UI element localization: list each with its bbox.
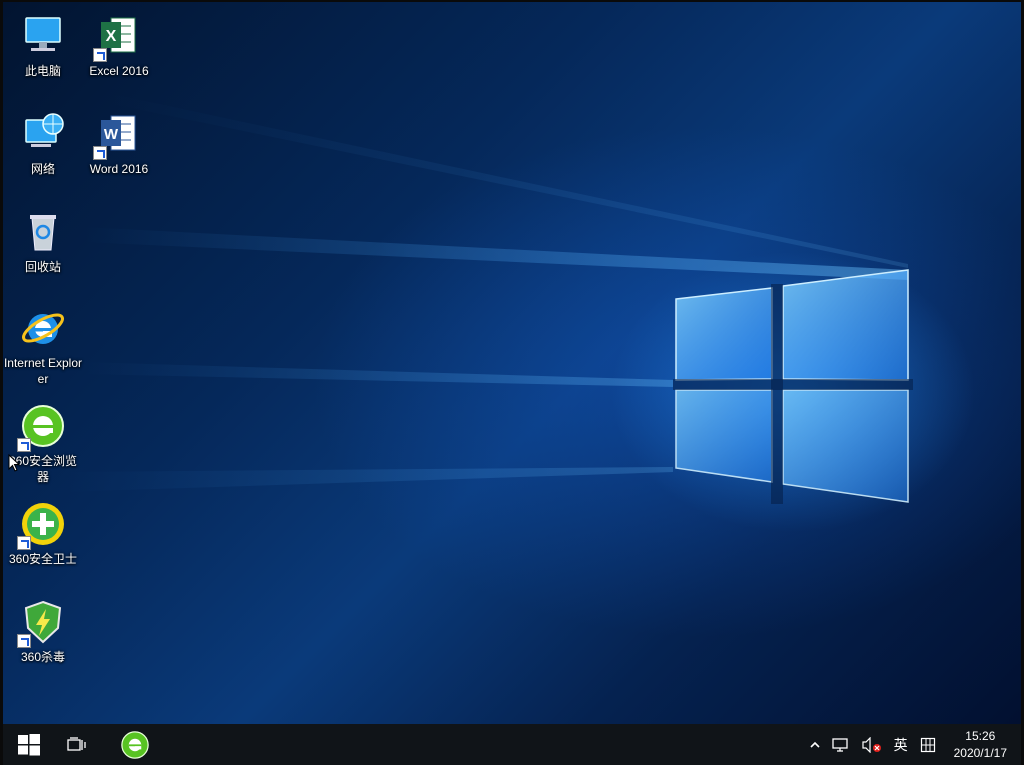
internet-explorer-icon (19, 304, 67, 352)
desktop-icon-360-antivirus[interactable]: 360杀毒 (5, 598, 81, 665)
desktop-icon-recycle-bin[interactable]: 回收站 (5, 208, 81, 275)
windows-logo-icon (18, 733, 40, 755)
360-browser-icon (17, 402, 67, 452)
360-antivirus-icon (17, 598, 67, 648)
desktop-icon-360-security[interactable]: 360安全卫士 (5, 500, 81, 567)
desktop-icon-label: 此电脑 (24, 64, 61, 78)
computer-icon (19, 12, 67, 60)
shortcut-arrow-icon (93, 48, 107, 62)
desktop-icon-label: Excel 2016 (89, 64, 149, 78)
excel-icon: X (93, 12, 143, 62)
desktop-icon-word[interactable]: W Word 2016 (81, 110, 157, 177)
svg-text:X: X (106, 28, 117, 45)
system-tray: 英 15:26 2020/1/17 (804, 724, 1021, 765)
taskbar: 英 15:26 2020/1/17 (3, 724, 1021, 765)
desktop-icon-label: 回收站 (24, 260, 61, 274)
shortcut-arrow-icon (17, 438, 31, 452)
shortcut-arrow-icon (93, 146, 107, 160)
shortcut-arrow-icon (17, 634, 31, 648)
shortcut-arrow-icon (17, 536, 31, 550)
desktop-icon-label: 网络 (30, 162, 55, 176)
360-security-icon (17, 500, 67, 550)
task-view-button[interactable] (53, 724, 101, 765)
desktop-icon-label: 360安全卫士 (8, 552, 78, 566)
desktop-icon-label: Internet Explorer (3, 356, 83, 386)
volume-button[interactable] (856, 736, 888, 753)
ime-grid-icon (920, 737, 935, 752)
desktop[interactable]: 此电脑 X Excel 2016 网络 W Word 2016 回收站 Inte… (3, 2, 1021, 724)
network-status-button[interactable] (826, 737, 856, 753)
show-hidden-icons-button[interactable] (804, 741, 826, 749)
mouse-cursor-icon (8, 454, 20, 472)
word-icon: W (93, 110, 143, 160)
task-view-icon (67, 736, 86, 751)
desktop-icon-network[interactable]: 网络 (5, 110, 81, 177)
recycle-bin-icon (19, 208, 67, 256)
clock[interactable]: 15:26 2020/1/17 (942, 728, 1021, 762)
ime-mode-button[interactable] (914, 737, 942, 753)
clock-date: 2020/1/17 (953, 745, 1007, 760)
network-disconnected-icon (831, 737, 848, 752)
360-browser-icon (121, 730, 149, 759)
desktop-icon-internet-explorer[interactable]: Internet Explorer (3, 304, 83, 387)
svg-text:W: W (104, 126, 119, 143)
desktop-icon-label: Word 2016 (89, 162, 149, 176)
desktop-icon-excel[interactable]: X Excel 2016 (81, 12, 157, 79)
volume-muted-icon (862, 736, 881, 753)
taskbar-app-360-browser[interactable] (111, 724, 159, 765)
clock-time: 15:26 (965, 728, 996, 743)
ime-language-button[interactable]: 英 (888, 735, 914, 755)
desktop-icon-360-browser[interactable]: 360安全浏览器 (5, 402, 81, 485)
start-button[interactable] (5, 724, 53, 765)
desktop-icon-label: 360杀毒 (20, 650, 66, 664)
desktop-icon-this-pc[interactable]: 此电脑 (5, 12, 81, 79)
chevron-up-icon (810, 741, 820, 748)
network-icon (19, 110, 67, 158)
